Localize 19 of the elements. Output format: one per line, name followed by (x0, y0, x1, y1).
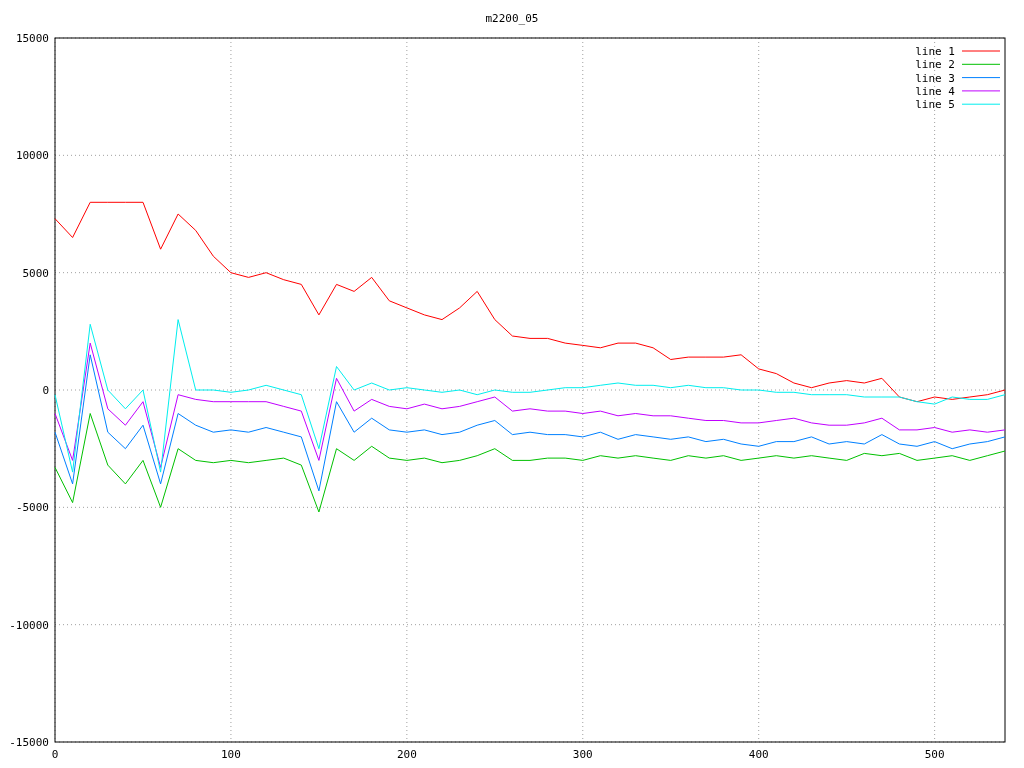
legend-label: line 3 (915, 71, 955, 85)
x-tick-label: 100 (221, 748, 241, 761)
x-tick-label: 400 (748, 748, 769, 761)
x-tick-label: 0 (51, 748, 59, 761)
y-tick-label: -5000 (15, 501, 49, 515)
x-tick-label: 300 (572, 748, 593, 761)
y-tick-label: 15000 (15, 32, 49, 45)
y-tick-label: 10000 (15, 149, 49, 163)
legend-label: line 4 (915, 84, 955, 98)
legend-label: line 1 (915, 45, 955, 58)
y-tick-label: -15000 (9, 736, 49, 749)
y-tick-label: 0 (42, 384, 49, 397)
chart-title: m2200_05 (485, 12, 539, 25)
legend-label: line 2 (915, 58, 955, 72)
x-tick-label: 500 (924, 748, 945, 761)
y-tick-label: -10000 (9, 618, 49, 632)
legend-label: line 5 (915, 98, 955, 112)
y-tick-label: 5000 (22, 266, 49, 280)
x-tick-label: 200 (396, 748, 417, 761)
